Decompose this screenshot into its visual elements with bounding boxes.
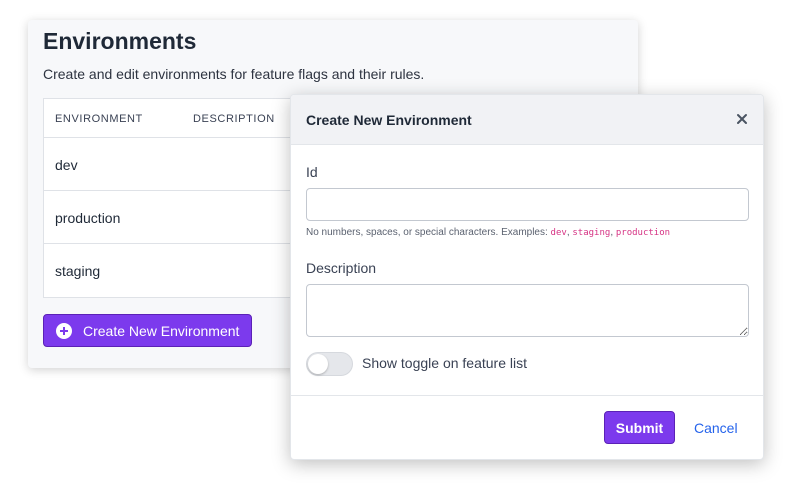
page-subtitle: Create and edit environments for feature… bbox=[43, 66, 425, 82]
example-code: production bbox=[615, 228, 671, 238]
create-environment-modal: Create New Environment Id No numbers, sp… bbox=[290, 94, 764, 460]
table-header: ENVIRONMENT DESCRIPTION bbox=[44, 99, 303, 138]
column-header-environment: ENVIRONMENT bbox=[55, 113, 143, 125]
toggle-label: Show toggle on feature list bbox=[362, 355, 527, 371]
table-row[interactable]: dev bbox=[44, 138, 303, 191]
example-code: staging bbox=[572, 228, 611, 238]
plus-circle-icon bbox=[56, 322, 72, 339]
feature-list-toggle[interactable] bbox=[306, 352, 353, 376]
column-header-description: DESCRIPTION bbox=[193, 113, 275, 125]
create-environment-label: Create New Environment bbox=[83, 322, 240, 339]
id-help-prefix: No numbers, spaces, or special character… bbox=[306, 227, 551, 238]
id-help-text: No numbers, spaces, or special character… bbox=[306, 227, 670, 238]
modal-title: Create New Environment bbox=[306, 112, 472, 128]
id-input[interactable] bbox=[306, 188, 749, 221]
submit-button[interactable]: Submit bbox=[604, 411, 675, 444]
close-icon[interactable] bbox=[735, 112, 749, 126]
table-row[interactable]: staging bbox=[44, 244, 303, 297]
environments-table: ENVIRONMENT DESCRIPTION dev production s… bbox=[43, 98, 303, 298]
table-row[interactable]: production bbox=[44, 191, 303, 244]
cancel-button[interactable]: Cancel bbox=[694, 420, 738, 436]
toggle-knob bbox=[308, 354, 328, 374]
id-label: Id bbox=[306, 164, 318, 180]
environment-id: dev bbox=[55, 157, 78, 173]
environment-id: production bbox=[55, 210, 121, 226]
description-label: Description bbox=[306, 260, 377, 276]
create-environment-button[interactable]: Create New Environment bbox=[43, 314, 252, 347]
description-input[interactable] bbox=[306, 284, 749, 337]
modal-divider bbox=[291, 395, 763, 396]
example-code: dev bbox=[550, 228, 567, 238]
page-title: Environments bbox=[43, 28, 197, 54]
modal-header: Create New Environment bbox=[291, 95, 763, 145]
environment-id: staging bbox=[55, 263, 101, 279]
